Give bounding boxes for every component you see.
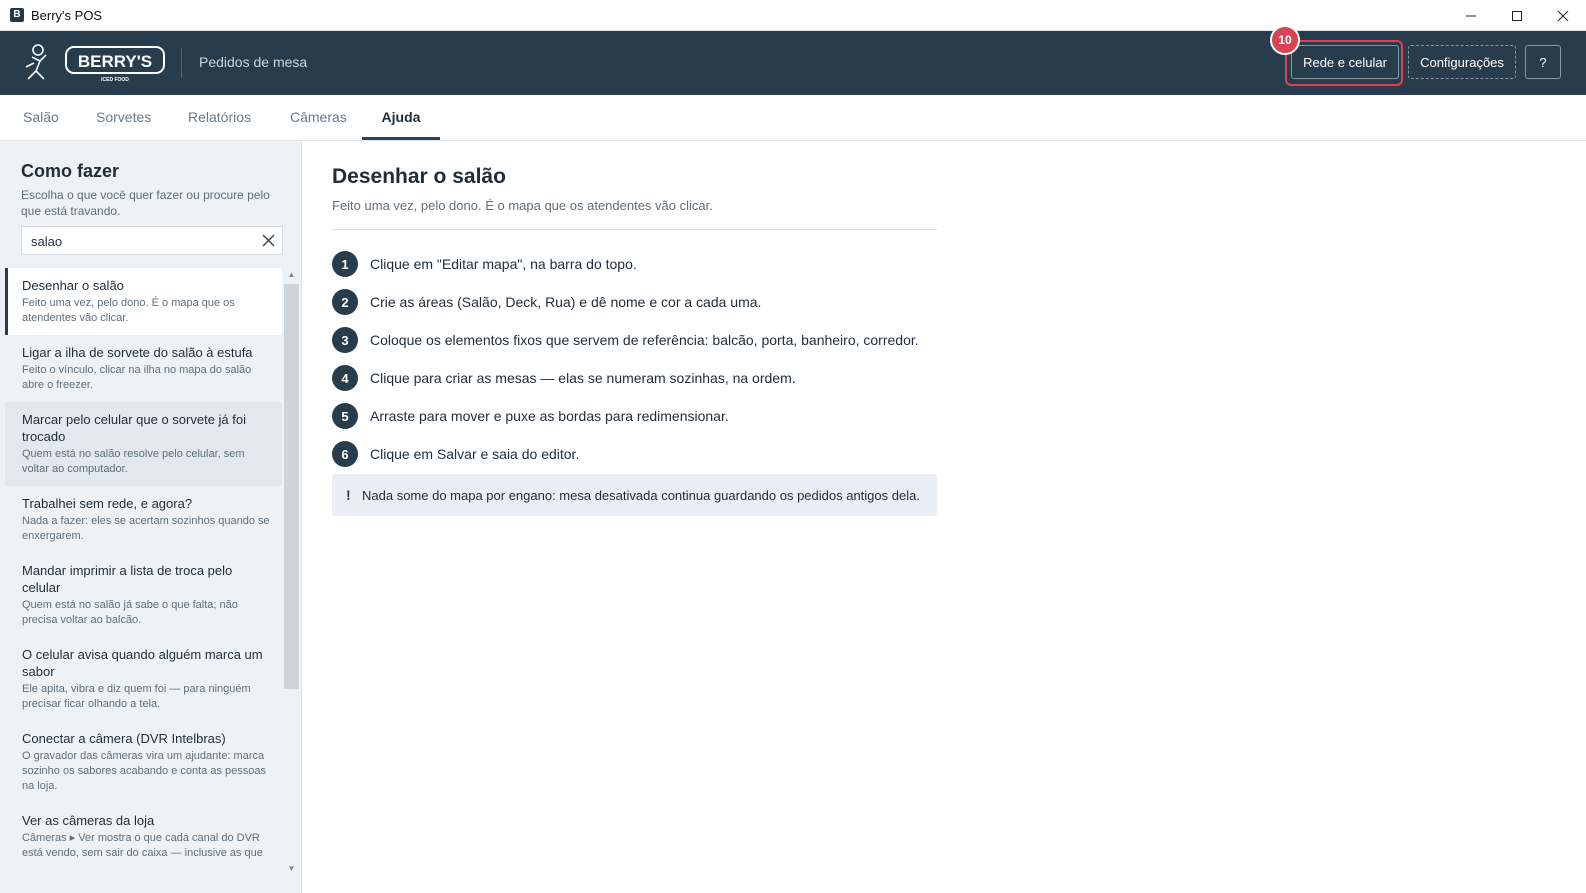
list-item-title: Ligar a ilha de sorvete do salão à estuf…: [22, 345, 253, 360]
minimize-button[interactable]: [1448, 0, 1494, 31]
help-topic-list: Desenhar o salão Feito uma vez, pelo don…: [5, 268, 282, 870]
list-item[interactable]: Trabalhei sem rede, e agora? Nada a faze…: [5, 486, 282, 553]
sidebar-description: Escolha o que você quer fazer ou procure…: [21, 188, 270, 218]
info-note: ! Nada some do mapa por engano: mesa des…: [332, 474, 937, 516]
list-item-desc: Quem está no salão resolve pelo celular,…: [22, 448, 245, 475]
settings-button[interactable]: Configurações: [1408, 45, 1516, 79]
step-item: 2 Crie as áreas (Salão, Deck, Rua) e dê …: [332, 283, 972, 321]
tab-relatorios[interactable]: Relatórios: [188, 95, 251, 140]
close-window-button[interactable]: [1540, 0, 1586, 31]
clear-search-icon[interactable]: [261, 233, 276, 248]
help-article: Desenhar o salão Feito uma vez, pelo don…: [302, 141, 1586, 893]
step-item: 1 Clique em "Editar mapa", na barra do t…: [332, 245, 972, 283]
tab-salao[interactable]: Salão: [23, 95, 59, 140]
scroll-thumb[interactable]: [284, 284, 299, 689]
list-item-title: O celular avisa quando alguém marca um s…: [22, 647, 263, 679]
highlight-annotation-box: [1285, 40, 1403, 86]
step-item: 3 Coloque os elementos fixos que servem …: [332, 321, 972, 359]
list-item-title: Conectar a câmera (DVR Intelbras): [22, 731, 226, 746]
list-item-title: Mandar imprimir a lista de troca pelo ce…: [22, 563, 233, 595]
tab-cameras[interactable]: Câmeras: [290, 95, 347, 140]
step-text: Clique em Salvar e saia do editor.: [370, 446, 580, 462]
window-title: Berry's POS: [31, 7, 103, 23]
step-text: Clique para criar as mesas — elas se num…: [370, 370, 796, 386]
tab-ajuda[interactable]: Ajuda: [362, 95, 440, 140]
list-item-desc: Câmeras ▸ Ver mostra o que cada canal do…: [22, 832, 263, 859]
list-item-desc: Nada a fazer: eles se acertam sozinhos q…: [22, 515, 270, 542]
article-title: Desenhar o salão: [332, 165, 506, 188]
step-number: 1: [332, 251, 358, 277]
step-text: Crie as áreas (Salão, Deck, Rua) e dê no…: [370, 294, 762, 310]
tab-sorvetes[interactable]: Sorvetes: [96, 95, 151, 140]
list-item-desc: Feito o vínculo, clicar na ilha no mapa …: [22, 364, 252, 391]
step-number: 4: [332, 365, 358, 391]
list-item-desc: Quem está no salão já sabe o que falta; …: [22, 599, 238, 626]
scroll-down-icon[interactable]: ▼: [287, 864, 296, 873]
note-text: Nada some do mapa por engano: mesa desat…: [362, 487, 920, 503]
step-number: 5: [332, 403, 358, 429]
logo-wordmark: BERRY'S: [78, 52, 152, 71]
search-input[interactable]: [22, 227, 263, 256]
annotation-badge: 10: [1270, 25, 1300, 55]
list-item[interactable]: Mandar imprimir a lista de troca pelo ce…: [5, 553, 282, 637]
close-icon: [1557, 10, 1569, 21]
scroll-up-icon[interactable]: ▲: [287, 270, 296, 279]
list-item[interactable]: Marcar pelo celular que o sorvete já foi…: [5, 402, 282, 486]
step-list: 1 Clique em "Editar mapa", na barra do t…: [332, 245, 972, 473]
sidebar-title: Como fazer: [21, 161, 120, 181]
list-item[interactable]: Ver as câmeras da loja Câmeras ▸ Ver mos…: [5, 803, 282, 870]
step-item: 6 Clique em Salvar e saia do editor.: [332, 435, 972, 473]
main-tabs: Salão Sorvetes Relatórios Câmeras Ajuda: [0, 95, 1586, 141]
app-icon: B: [10, 8, 24, 22]
list-item[interactable]: O celular avisa quando alguém marca um s…: [5, 637, 282, 721]
step-number: 3: [332, 327, 358, 353]
window-titlebar: B Berry's POS: [0, 0, 1586, 31]
list-item-desc: Feito uma vez, pelo dono. É o mapa que o…: [22, 297, 235, 324]
list-item-desc: Ele apita, vibra e diz quem foi — para n…: [22, 683, 251, 710]
window-controls: [1448, 0, 1586, 31]
logo-tagline: ICED FOOD: [101, 77, 129, 83]
sidebar-scrollbar[interactable]: ▲ ▼: [283, 268, 300, 893]
step-number: 6: [332, 441, 358, 467]
header-divider: [181, 48, 182, 78]
list-item-title: Marcar pelo celular que o sorvete já foi…: [22, 412, 247, 444]
article-subtitle: Feito uma vez, pelo dono. É o mapa que o…: [332, 198, 713, 213]
list-item[interactable]: Desenhar o salão Feito uma vez, pelo don…: [5, 268, 282, 335]
list-item[interactable]: Conectar a câmera (DVR Intelbras) O grav…: [5, 721, 282, 803]
list-item-title: Trabalhei sem rede, e agora?: [22, 496, 193, 511]
help-sidebar: Como fazer Escolha o que você quer fazer…: [0, 141, 302, 893]
list-item-desc: O gravador das câmeras vira um ajudante:…: [22, 750, 266, 792]
step-text: Arraste para mover e puxe as bordas para…: [370, 408, 729, 424]
exclamation-icon: !: [346, 487, 351, 503]
list-item[interactable]: Ligar a ilha de sorvete do salão à estuf…: [5, 335, 282, 402]
maximize-icon: [1512, 10, 1522, 21]
step-text: Clique em "Editar mapa", na barra do top…: [370, 256, 637, 272]
step-item: 5 Arraste para mover e puxe as bordas pa…: [332, 397, 972, 435]
search-box: [21, 226, 283, 256]
step-item: 4 Clique para criar as mesas — elas se n…: [332, 359, 972, 397]
maximize-button[interactable]: [1494, 0, 1540, 31]
berrys-logo: BERRY'S ICED FOOD: [25, 44, 165, 83]
list-item-title: Desenhar o salão: [22, 278, 124, 293]
minimize-icon: [1466, 15, 1476, 16]
step-number: 2: [332, 289, 358, 315]
step-text: Coloque os elementos fixos que servem de…: [370, 332, 919, 348]
article-divider: [332, 229, 937, 230]
help-button[interactable]: ?: [1525, 45, 1561, 79]
header-subtitle: Pedidos de mesa: [199, 54, 308, 70]
list-item-title: Ver as câmeras da loja: [22, 813, 155, 828]
